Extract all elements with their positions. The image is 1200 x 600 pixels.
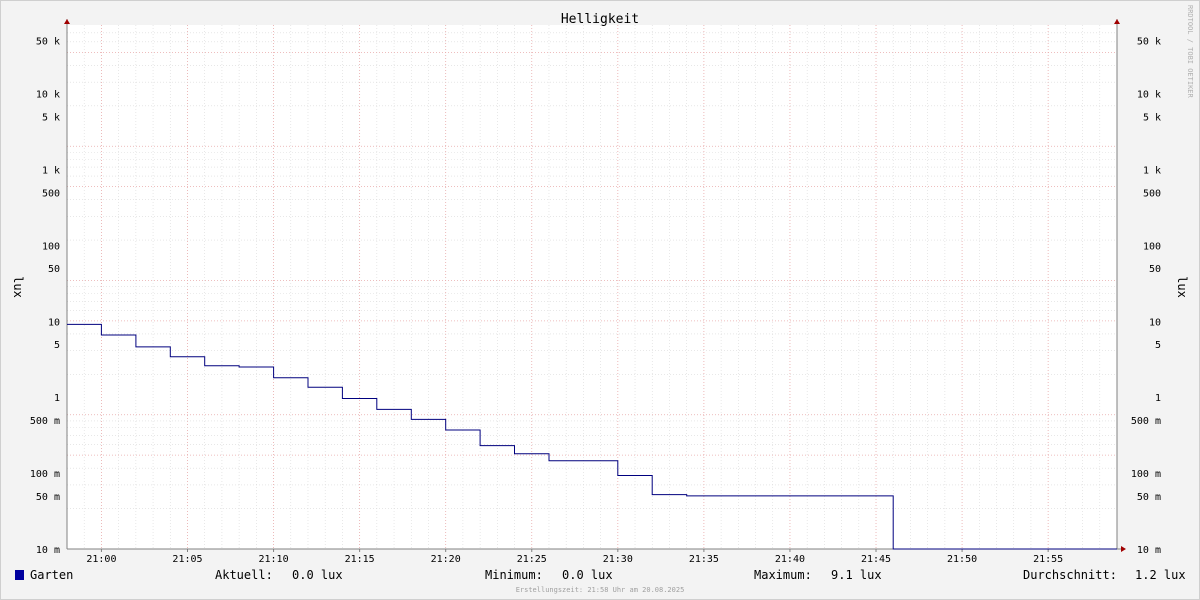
x-axis-arrow: [1121, 546, 1126, 552]
legend-series-name: Garten: [30, 568, 73, 582]
y-tick-label-right: 10 k: [1137, 90, 1161, 101]
y-tick-label-left: 1: [54, 393, 60, 404]
y-tick-label-right: 10 m: [1137, 545, 1161, 556]
x-tick-label: 21:35: [689, 554, 719, 565]
y-tick-label-left: 10: [48, 317, 60, 328]
y-tick-label-right: 1 k: [1143, 165, 1161, 176]
legend-max-label: Maximum:: [754, 568, 812, 582]
legend-swatch: [15, 570, 24, 580]
y-tick-label-left: 10 k: [36, 90, 60, 101]
y-tick-label-left: 50: [48, 264, 60, 275]
y-tick-label-left: 50 k: [36, 36, 60, 47]
y-axis-arrow-right: [1114, 19, 1120, 24]
y-axis-label-right: lux: [1175, 276, 1189, 298]
y-tick-label-right: 50 m: [1137, 492, 1161, 503]
y-tick-label-right: 10: [1149, 317, 1161, 328]
x-tick-label: 21:00: [86, 554, 116, 565]
y-tick-label-right: 500: [1143, 188, 1161, 199]
legend-max-value: 9.1 lux: [831, 568, 882, 582]
x-tick-label: 21:20: [431, 554, 461, 565]
y-tick-label-right: 5: [1155, 340, 1161, 351]
x-tick-label: 21:10: [259, 554, 289, 565]
y-tick-label-left: 5 k: [42, 112, 60, 123]
x-tick-label: 21:30: [603, 554, 633, 565]
footer-timestamp: Erstellungszeit: 21:58 Uhr am 20.08.2025: [516, 586, 685, 594]
legend-current-value: 0.0 lux: [292, 568, 343, 582]
y-tick-label-right: 500 m: [1131, 416, 1161, 427]
chart-title: Helligkeit: [561, 12, 639, 27]
y-tick-label-left: 500 m: [30, 416, 60, 427]
y-tick-label-right: 50 k: [1137, 36, 1161, 47]
x-tick-label: 21:15: [345, 554, 375, 565]
x-tick-label: 21:45: [861, 554, 891, 565]
y-tick-label-left: 50 m: [36, 492, 60, 503]
y-tick-label-left: 100: [42, 241, 60, 252]
y-tick-label-left: 500: [42, 188, 60, 199]
watermark: RRDTOOL / TOBI OETIKER: [1186, 5, 1194, 99]
y-tick-label-left: 10 m: [36, 545, 60, 556]
y-tick-label-right: 100: [1143, 241, 1161, 252]
legend-avg-label: Durchschnitt:: [1023, 568, 1117, 582]
x-tick-label: 21:05: [172, 554, 202, 565]
x-tick-label: 21:50: [947, 554, 977, 565]
legend-min-label: Minimum:: [485, 568, 543, 582]
y-tick-label-right: 5 k: [1143, 112, 1161, 123]
plot-area: [67, 25, 1117, 549]
legend-min-value: 0.0 lux: [562, 568, 613, 582]
x-tick-label: 21:55: [1033, 554, 1063, 565]
x-tick-label: 21:40: [775, 554, 805, 565]
legend-avg-value: 1.2 lux: [1135, 568, 1186, 582]
y-axis-label-left: lux: [11, 276, 25, 298]
legend-current-label: Aktuell:: [215, 568, 273, 582]
chart: 21:00 21:05 21:10 21:15 21:20 21:25 21:30 21:35…: [11, 5, 1194, 594]
y-tick-label-right: 100 m: [1131, 469, 1161, 480]
y-tick-label-right: 1: [1155, 393, 1161, 404]
y-axis-arrow-left: [64, 19, 70, 24]
y-tick-label-right: 50: [1149, 264, 1161, 275]
y-tick-label-left: 1 k: [42, 165, 60, 176]
y-tick-label-left: 5: [54, 340, 60, 351]
x-tick-label: 21:25: [517, 554, 547, 565]
y-tick-label-left: 100 m: [30, 469, 60, 480]
